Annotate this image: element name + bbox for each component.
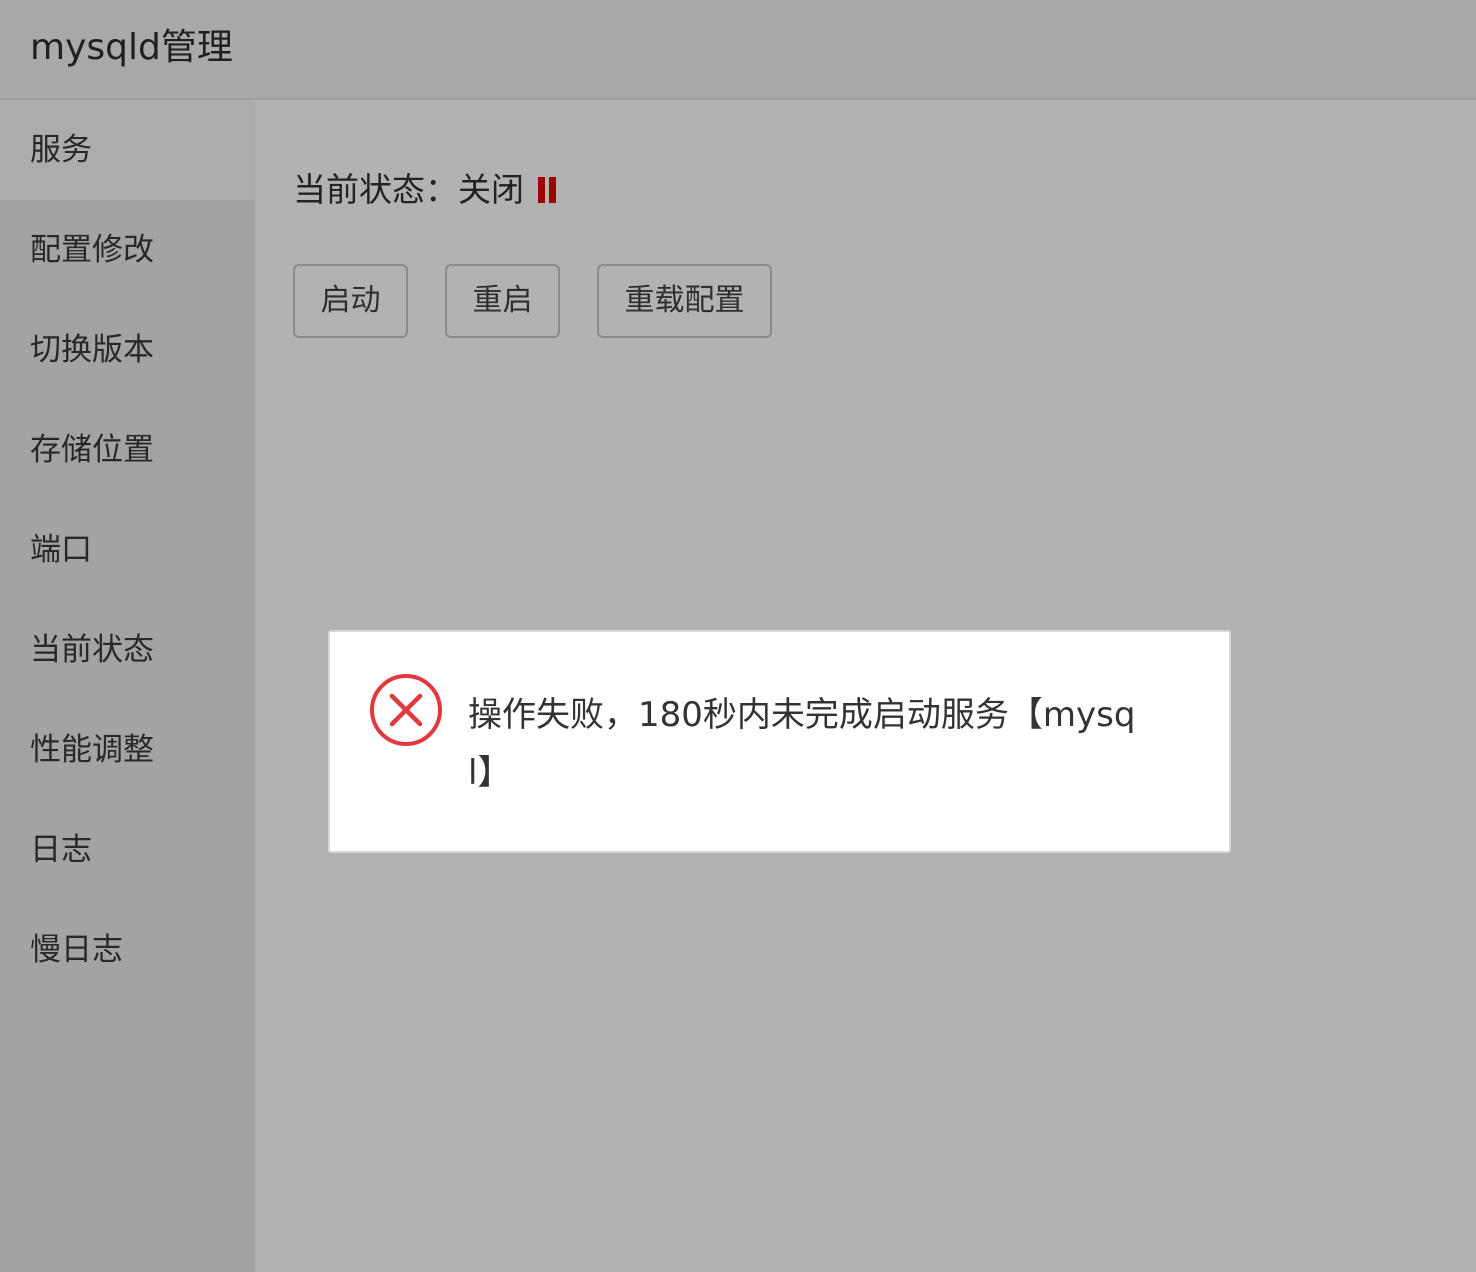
error-dialog: 操作失败，180秒内未完成启动服务【mysql】 xyxy=(328,630,1231,853)
error-message: 操作失败，180秒内未完成启动服务【mysql】 xyxy=(468,695,1136,793)
error-circle-x-icon xyxy=(370,674,442,746)
app-window: mysqld管理 服务 配置修改 切换版本 存储位置 端口 当前状态 性能调整 … xyxy=(0,0,1476,1272)
